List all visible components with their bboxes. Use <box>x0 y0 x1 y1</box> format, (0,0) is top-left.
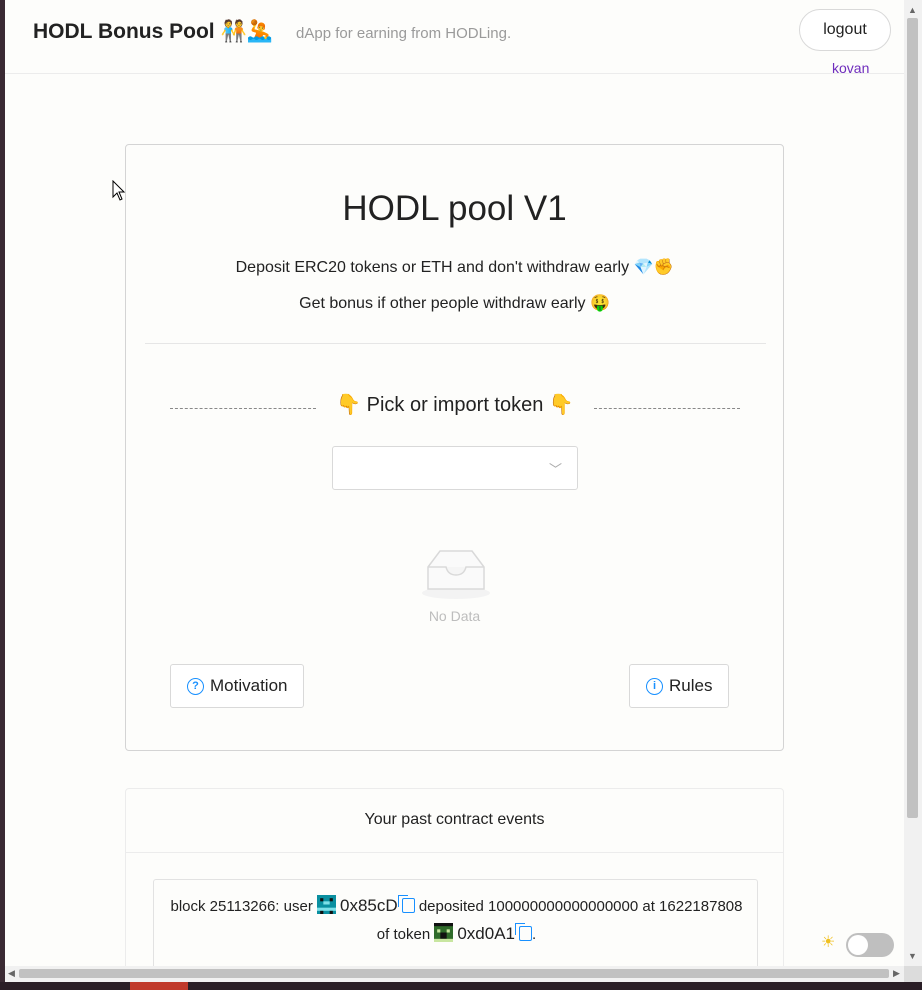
token-select[interactable]: ﹀ <box>332 446 578 490</box>
empty-state-text: No Data <box>428 608 481 624</box>
event-suffix: . <box>532 926 537 943</box>
pool-card: HODL pool V1 Deposit ERC20 tokens or ETH… <box>125 144 784 751</box>
chevron-down-icon: ﹀ <box>549 462 563 477</box>
scroll-down-icon[interactable]: ▼ <box>908 951 917 961</box>
app-header: HODL Bonus Pool 🧑‍🤝‍🧑🤽 dApp for earning … <box>5 0 904 76</box>
rules-label: Rules <box>669 676 713 695</box>
copy-icon[interactable] <box>515 923 533 941</box>
horizontal-scrollbar[interactable]: ◀ ▶ <box>5 966 904 982</box>
events-title: Your past contract events <box>126 789 783 853</box>
vertical-scrollbar[interactable]: ▲ ▼ <box>904 0 922 966</box>
dashed-divider-left <box>170 408 316 409</box>
sun-icon: ☀ <box>821 934 836 951</box>
motivation-label: Motivation <box>210 676 288 695</box>
scroll-left-icon[interactable]: ◀ <box>8 968 15 979</box>
app-tagline: dApp for earning from HODLing. <box>296 25 512 42</box>
question-icon: ? <box>187 677 204 695</box>
pool-title: HODL pool V1 <box>342 189 567 228</box>
pick-token-heading: 👇 Pick or import token 👇 <box>170 389 740 419</box>
events-card: Your past contract events block 25113266… <box>125 788 784 966</box>
user-address[interactable]: 0x85cD <box>340 896 398 915</box>
event-text: block 25113266: user 0x85cD deposited 10… <box>164 892 749 948</box>
info-icon: i <box>646 677 663 695</box>
pool-description-2: Get bonus if other people withdraw early… <box>299 295 610 312</box>
token-avatar-icon <box>434 923 454 942</box>
user-avatar-icon <box>317 895 336 914</box>
app-title[interactable]: HODL Bonus Pool 🧑‍🤝‍🧑🤽 <box>33 20 273 44</box>
dark-mode-toggle[interactable] <box>846 933 894 957</box>
scroll-right-icon[interactable]: ▶ <box>893 968 900 979</box>
event-item: block 25113266: user 0x85cD deposited 10… <box>153 879 758 966</box>
logout-button[interactable]: logout <box>799 9 891 51</box>
event-prefix: block 25113266: user <box>170 898 313 915</box>
mouse-cursor-icon <box>112 180 126 201</box>
pool-description-1: Deposit ERC20 tokens or ETH and don't wi… <box>235 259 674 276</box>
token-address[interactable]: 0xd0A1 <box>457 924 515 943</box>
taskbar <box>0 982 922 990</box>
scrollbar-corner <box>904 966 922 982</box>
taskbar-item[interactable] <box>130 982 188 990</box>
scrollbar-thumb[interactable] <box>907 18 918 818</box>
dashed-divider-right <box>594 408 740 409</box>
copy-icon[interactable] <box>397 895 415 913</box>
network-label: kovan <box>832 60 870 76</box>
event-action: deposited 100000000000000000 at <box>418 898 655 915</box>
browser-viewport: HODL Bonus Pool 🧑‍🤝‍🧑🤽 dApp for earning … <box>5 0 904 966</box>
toggle-knob <box>848 935 868 955</box>
scroll-up-icon[interactable]: ▲ <box>908 5 917 15</box>
rules-button[interactable]: i Rules <box>629 664 730 708</box>
scrollbar-thumb[interactable] <box>19 969 889 978</box>
empty-inbox-icon <box>422 550 490 599</box>
divider <box>145 343 766 344</box>
motivation-button[interactable]: ? Motivation <box>170 664 305 708</box>
pick-token-label: 👇 Pick or import token 👇 <box>336 394 574 416</box>
